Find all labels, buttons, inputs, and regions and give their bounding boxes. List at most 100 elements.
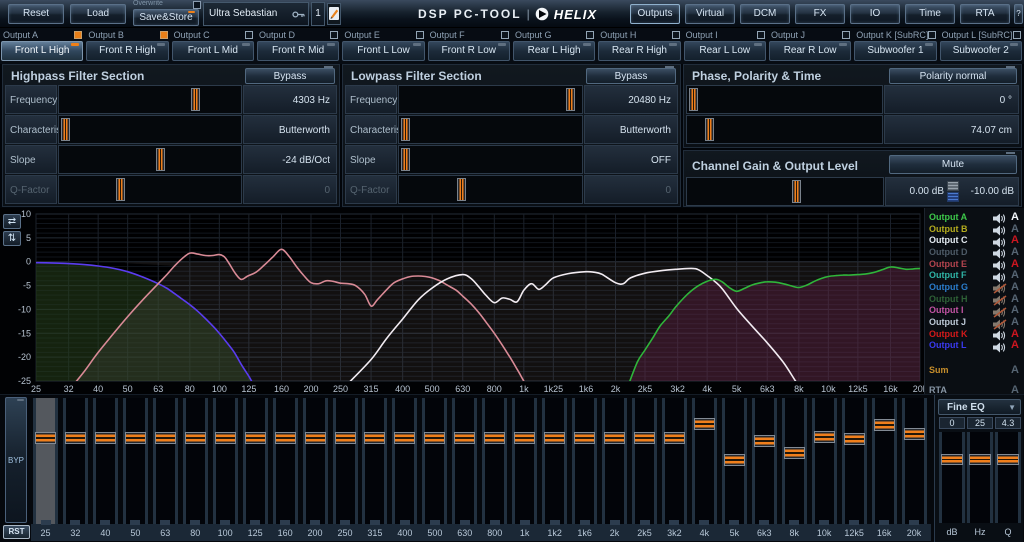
param-slider[interactable] bbox=[58, 175, 242, 204]
eq-slider-handle[interactable] bbox=[574, 432, 595, 444]
param-slider[interactable] bbox=[58, 145, 242, 174]
preset-badge[interactable]: A bbox=[1008, 316, 1022, 328]
eq-reset-button[interactable]: RST bbox=[3, 525, 30, 539]
param-slider[interactable] bbox=[686, 85, 883, 114]
output-link-checkbox[interactable] bbox=[1013, 31, 1021, 39]
eq-slider-handle[interactable] bbox=[95, 432, 116, 444]
eq-slider-handle[interactable] bbox=[125, 432, 146, 444]
eq-slider-1k2[interactable] bbox=[542, 398, 567, 524]
eq-slider-handle[interactable] bbox=[604, 432, 625, 444]
eq-slider-4k[interactable] bbox=[692, 398, 717, 524]
preset-badge[interactable]: A bbox=[1008, 269, 1022, 281]
legend-row[interactable]: Output HA bbox=[929, 293, 1022, 305]
legend-row[interactable]: Output DA bbox=[929, 246, 1022, 258]
speaker-icon[interactable] bbox=[993, 342, 1008, 353]
legend-sum-row[interactable]: SumA bbox=[929, 364, 1022, 376]
eq-slider-handle[interactable] bbox=[484, 432, 505, 444]
scale-horizontal-button[interactable]: ⇄ bbox=[3, 214, 21, 229]
legend-row[interactable]: Output GA bbox=[929, 281, 1022, 293]
channel-tab[interactable]: Rear R Low bbox=[769, 41, 851, 61]
bypass-button[interactable]: Bypass bbox=[245, 68, 335, 84]
eq-slider-handle[interactable] bbox=[275, 432, 296, 444]
param-slider[interactable] bbox=[686, 115, 883, 144]
param-slider[interactable] bbox=[58, 115, 242, 144]
eq-slider-handle[interactable] bbox=[514, 432, 535, 444]
eq-slider-handle[interactable] bbox=[364, 432, 385, 444]
preset-badge[interactable]: A bbox=[1008, 234, 1022, 246]
preset-badge[interactable]: A bbox=[1008, 339, 1022, 351]
legend-row[interactable]: Output LA bbox=[929, 340, 1022, 352]
gain-stepper[interactable] bbox=[947, 181, 959, 203]
eq-slider-80[interactable] bbox=[183, 398, 208, 524]
gain-slider-handle[interactable] bbox=[792, 180, 801, 203]
eq-slider-2k[interactable] bbox=[602, 398, 627, 524]
slider-handle[interactable] bbox=[705, 118, 714, 141]
nav-dcm-button[interactable]: DCM bbox=[740, 4, 790, 24]
eq-slider-handle[interactable] bbox=[155, 432, 176, 444]
eq-slider-10k[interactable] bbox=[812, 398, 837, 524]
fine-eq-slider-hz[interactable] bbox=[967, 432, 993, 523]
eq-slider-400[interactable] bbox=[392, 398, 417, 524]
fine-eq-slider-handle[interactable] bbox=[969, 454, 991, 465]
eq-slider-40[interactable] bbox=[93, 398, 118, 524]
preset-badge[interactable]: A bbox=[1008, 304, 1022, 316]
preset-badge[interactable]: A bbox=[1008, 223, 1022, 235]
slider-handle[interactable] bbox=[689, 88, 698, 111]
legend-row[interactable]: Output AA bbox=[929, 211, 1022, 223]
eq-slider-handle[interactable] bbox=[215, 432, 236, 444]
legend-row[interactable]: Output KA bbox=[929, 328, 1022, 340]
mute-button[interactable]: Mute bbox=[889, 155, 1017, 174]
slider-handle[interactable] bbox=[457, 178, 466, 201]
gain-stepper-up[interactable] bbox=[947, 181, 959, 191]
eq-slider-800[interactable] bbox=[482, 398, 507, 524]
preset-badge[interactable]: A bbox=[1008, 281, 1022, 293]
param-slider[interactable] bbox=[398, 145, 583, 174]
gain-stepper-down[interactable] bbox=[947, 192, 959, 202]
eq-slider-3k2[interactable] bbox=[662, 398, 687, 524]
slot-field[interactable]: 1 bbox=[311, 2, 325, 26]
output-link-checkbox[interactable] bbox=[501, 31, 509, 39]
channel-tab[interactable]: Rear L Low bbox=[684, 41, 766, 61]
fine-eq-slider-handle[interactable] bbox=[941, 454, 963, 465]
eq-slider-250[interactable] bbox=[333, 398, 358, 524]
eq-slider-handle[interactable] bbox=[185, 432, 206, 444]
channel-tab[interactable]: Front R Mid bbox=[257, 41, 339, 61]
slider-handle[interactable] bbox=[116, 178, 125, 201]
legend-row[interactable]: Output IA bbox=[929, 305, 1022, 317]
eq-slider-8k[interactable] bbox=[782, 398, 807, 524]
eq-slider-32[interactable] bbox=[63, 398, 88, 524]
output-link-checkbox[interactable] bbox=[842, 31, 850, 39]
channel-tab[interactable]: Front L High bbox=[1, 41, 83, 61]
eq-slider-handle[interactable] bbox=[784, 447, 805, 459]
channel-tab[interactable]: Rear L High bbox=[513, 41, 595, 61]
param-slider[interactable] bbox=[398, 175, 583, 204]
overwrite-checkbox[interactable] bbox=[193, 1, 201, 9]
eq-slider-16k[interactable] bbox=[872, 398, 897, 524]
channel-tab[interactable]: Front L Mid bbox=[172, 41, 254, 61]
eq-slider-20k[interactable] bbox=[902, 398, 927, 524]
eq-slider-handle[interactable] bbox=[544, 432, 565, 444]
reset-button[interactable]: Reset bbox=[8, 4, 64, 24]
eq-slider-315[interactable] bbox=[362, 398, 387, 524]
eq-slider-1k[interactable] bbox=[512, 398, 537, 524]
eq-slider-handle[interactable] bbox=[844, 433, 865, 445]
slider-handle[interactable] bbox=[61, 118, 70, 141]
legend-row[interactable]: Output CA bbox=[929, 234, 1022, 246]
output-link-checkbox[interactable] bbox=[757, 31, 765, 39]
preset-badge[interactable]: A bbox=[1008, 364, 1022, 376]
output-link-checkbox[interactable] bbox=[160, 31, 168, 39]
channel-tab[interactable]: Subwoofer 1 bbox=[854, 41, 936, 61]
response-plot[interactable]: 1050-5-10-15-20-252532405063801001251602… bbox=[0, 208, 924, 394]
eq-slider-630[interactable] bbox=[452, 398, 477, 524]
help-button[interactable]: ? bbox=[1014, 4, 1023, 24]
param-slider[interactable] bbox=[58, 85, 242, 114]
eq-slider-handle[interactable] bbox=[335, 432, 356, 444]
eq-slider-12k5[interactable] bbox=[842, 398, 867, 524]
preset-badge[interactable]: A bbox=[1008, 293, 1022, 305]
slider-handle[interactable] bbox=[401, 148, 410, 171]
output-link-checkbox[interactable] bbox=[245, 31, 253, 39]
scale-vertical-button[interactable]: ⇅ bbox=[3, 231, 21, 246]
eq-slider-handle[interactable] bbox=[424, 432, 445, 444]
eq-slider-200[interactable] bbox=[303, 398, 328, 524]
output-link-checkbox[interactable] bbox=[928, 31, 936, 39]
